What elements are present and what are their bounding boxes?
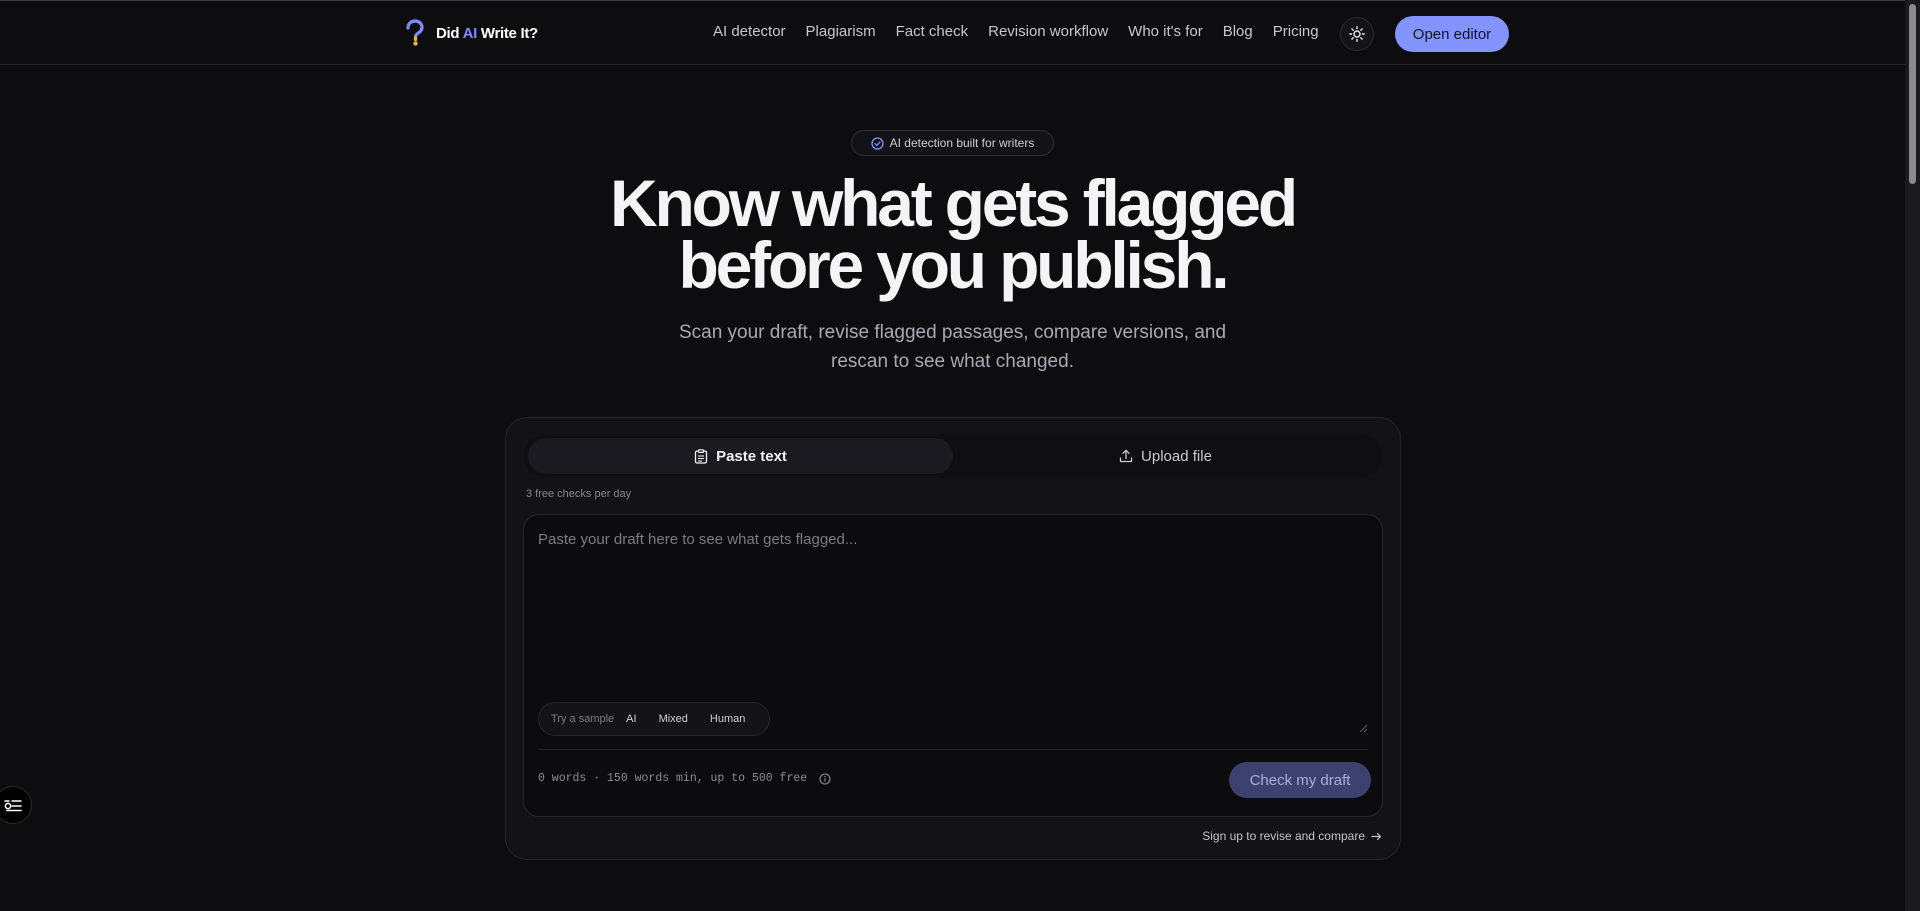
nav-pricing[interactable]: Pricing <box>1273 23 1319 40</box>
nav-plagiarism[interactable]: Plagiarism <box>806 23 876 40</box>
nav-who-its-for[interactable]: Who it's for <box>1128 23 1203 40</box>
nav-fact-check[interactable]: Fact check <box>896 23 969 40</box>
arrow-right-icon <box>1371 832 1382 840</box>
signup-link-label: Sign up to revise and compare <box>1202 829 1365 843</box>
nav-revision-workflow[interactable]: Revision workflow <box>988 23 1108 40</box>
sample-picker: Try a sample AI Mixed Human <box>538 702 770 736</box>
site-header: Did AI Write It? AI detector Plagiarism … <box>0 1 1905 65</box>
hero-title: Know what gets flagged before you publis… <box>560 170 1345 298</box>
input-mode-tabs: Paste text Upload file <box>524 434 1382 478</box>
editor-divider <box>538 749 1368 750</box>
main-nav: AI detector Plagiarism Fact check Revisi… <box>713 23 1339 40</box>
check-circle-icon <box>870 136 884 150</box>
draft-editor: Try a sample AI Mixed Human 0 words · 15… <box>523 514 1383 817</box>
nav-ai-detector[interactable]: AI detector <box>713 23 786 40</box>
clipboard-icon <box>694 448 708 464</box>
brand-logo[interactable]: Did AI Write It? <box>402 19 538 47</box>
open-editor-button[interactable]: Open editor <box>1395 16 1509 52</box>
tab-paste-text[interactable]: Paste text <box>528 438 953 474</box>
info-icon[interactable] <box>819 772 831 785</box>
sample-ai-button[interactable]: AI <box>626 713 636 725</box>
word-counter: 0 words · 150 words min, up to 500 free <box>538 772 831 785</box>
question-mark-logo-icon <box>406 19 424 46</box>
theme-toggle-button[interactable] <box>1340 17 1374 51</box>
hero-badge: AI detection built for writers <box>851 130 1054 156</box>
tab-paste-text-label: Paste text <box>716 447 787 465</box>
draft-textarea[interactable] <box>538 531 1368 731</box>
page-scrollbar[interactable] <box>1905 0 1920 911</box>
tab-upload-file[interactable]: Upload file <box>953 438 1378 474</box>
check-draft-button[interactable]: Check my draft <box>1229 762 1371 798</box>
free-checks-note: 3 free checks per day <box>526 488 632 500</box>
draft-checker-card: Paste text Upload file 3 free checks per… <box>505 417 1401 860</box>
settings-sliders-icon <box>4 800 22 812</box>
signup-link[interactable]: Sign up to revise and compare <box>1202 829 1382 843</box>
scrollbar-thumb[interactable] <box>1909 4 1916 184</box>
sample-picker-label: Try a sample <box>551 713 615 725</box>
sample-human-button[interactable]: Human <box>710 713 745 725</box>
brand-name: Did AI Write It? <box>436 24 538 42</box>
word-count-text: 0 words · 150 words min, up to 500 free <box>538 772 808 785</box>
hero-title-line-2: before you publish. <box>678 228 1230 302</box>
resize-grip-icon[interactable] <box>1358 723 1368 733</box>
hero-subtitle: Scan your draft, revise flagged passages… <box>678 322 1227 372</box>
accessibility-settings-button[interactable] <box>0 786 32 824</box>
nav-blog[interactable]: Blog <box>1223 23 1253 40</box>
tab-upload-file-label: Upload file <box>1141 447 1212 465</box>
upload-icon <box>1119 449 1133 463</box>
sample-mixed-button[interactable]: Mixed <box>659 713 688 725</box>
hero-badge-label: AI detection built for writers <box>889 136 1035 150</box>
sun-icon <box>1349 26 1365 42</box>
